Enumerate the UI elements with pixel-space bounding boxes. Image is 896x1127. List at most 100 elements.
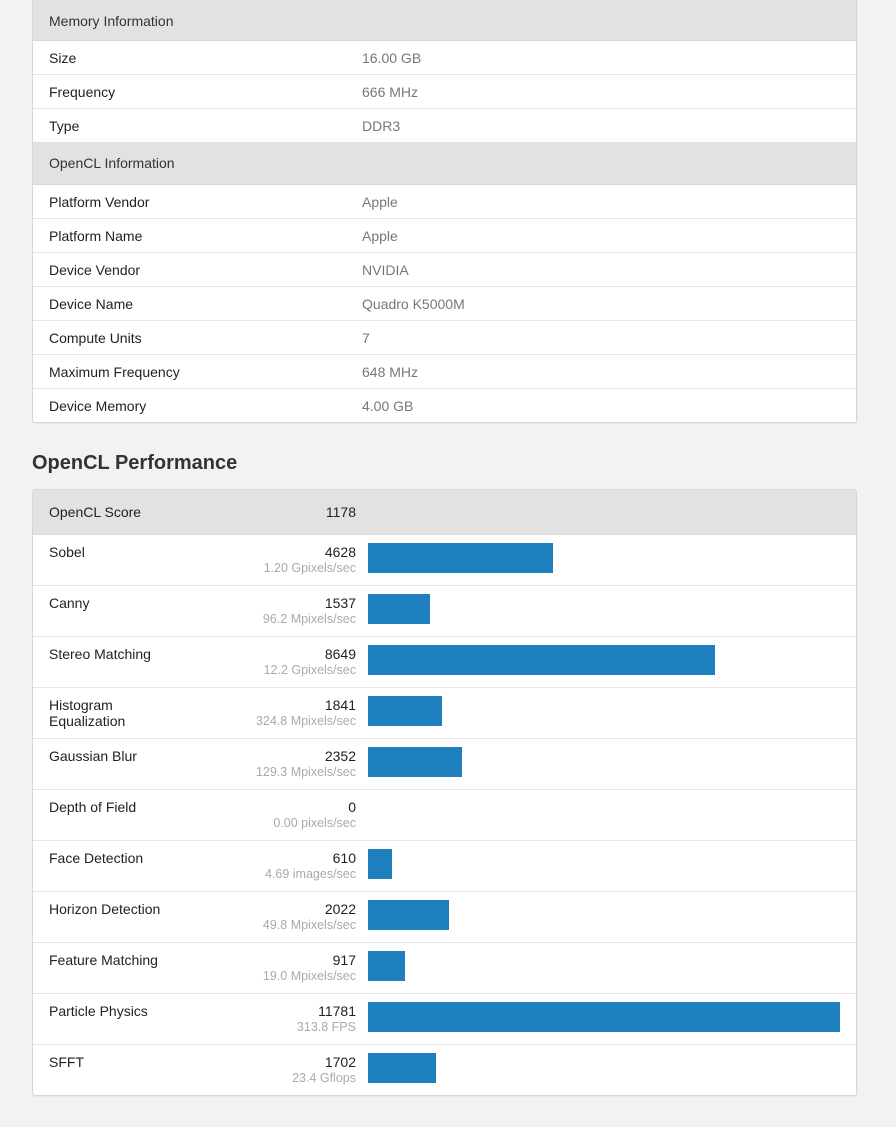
benchmark-name: Depth of Field: [49, 799, 137, 815]
benchmark-name: Stereo Matching: [49, 646, 151, 662]
info-value: 666 MHz: [362, 83, 419, 100]
info-value: 16.00 GB: [362, 49, 422, 66]
benchmark-score: 11781: [318, 1003, 356, 1019]
info-key: Compute Units: [49, 329, 142, 346]
benchmark-name: Horizon Detection: [49, 901, 161, 917]
benchmark-bar-track: [368, 645, 840, 675]
benchmark-name: Feature Matching: [49, 952, 158, 968]
benchmark-row-depth-of-field: Depth of Field 0 0.00 pixels/sec: [33, 790, 856, 841]
opencl-score-header: OpenCL Score 1178: [33, 490, 856, 535]
benchmark-rate: 19.0 Mpixels/sec: [262, 969, 356, 983]
benchmark-name: Face Detection: [49, 850, 144, 866]
info-row-platform-vendor: Platform Vendor Apple: [33, 185, 856, 219]
benchmark-bar-track: [368, 1002, 840, 1032]
benchmark-score: 1702: [324, 1054, 356, 1070]
info-key: Device Vendor: [49, 261, 141, 278]
benchmark-bar: [368, 900, 449, 930]
benchmark-score: 610: [332, 850, 356, 866]
benchmark-score: 1537: [324, 595, 356, 611]
benchmark-rate: 1.20 Gpixels/sec: [263, 561, 356, 575]
benchmark-score: 917: [332, 952, 356, 968]
benchmark-bar-track: [368, 747, 840, 777]
info-value: NVIDIA: [362, 261, 409, 278]
benchmark-rate: 129.3 Mpixels/sec: [255, 765, 356, 779]
info-key: Size: [49, 49, 77, 66]
benchmark-row-sfft: SFFT 1702 23.4 Gflops: [33, 1045, 856, 1095]
info-key: Platform Name: [49, 227, 143, 244]
benchmark-bar: [368, 747, 462, 777]
info-value: Quadro K5000M: [362, 295, 465, 312]
info-row-type: Type DDR3: [33, 109, 856, 142]
benchmark-rate: 96.2 Mpixels/sec: [262, 612, 356, 626]
benchmark-row-horizon-detection: Horizon Detection 2022 49.8 Mpixels/sec: [33, 892, 856, 943]
info-key: Device Name: [49, 295, 134, 312]
benchmark-score: 2022: [324, 901, 356, 917]
benchmark-bar-track: [368, 900, 840, 930]
benchmark-bar-track: [368, 543, 840, 573]
benchmark-score: 1841: [324, 697, 356, 713]
benchmark-bar-track: [368, 798, 840, 828]
benchmark-row-face-detection: Face Detection 610 4.69 images/sec: [33, 841, 856, 892]
benchmark-bar-track: [368, 594, 840, 624]
info-row-compute-units: Compute Units 7: [33, 321, 856, 355]
benchmark-bar: [368, 1002, 840, 1032]
benchmark-name: Canny: [49, 595, 90, 611]
memory-section-header: Memory Information: [33, 0, 856, 41]
info-value: 4.00 GB: [362, 397, 414, 414]
info-value: Apple: [362, 193, 398, 210]
benchmark-name: Gaussian Blur: [49, 748, 137, 764]
info-key: Maximum Frequency: [49, 363, 180, 380]
info-key: Frequency: [49, 83, 116, 100]
benchmark-bar: [368, 1053, 436, 1083]
info-value: 648 MHz: [362, 363, 419, 380]
opencl-info-section-header: OpenCL Information: [33, 142, 856, 185]
benchmark-bar: [368, 849, 392, 879]
benchmark-bar: [368, 951, 405, 981]
info-key: Device Memory: [49, 397, 147, 414]
info-row-device-memory: Device Memory 4.00 GB: [33, 389, 856, 422]
benchmark-rate: 49.8 Mpixels/sec: [262, 918, 356, 932]
benchmark-list: Sobel 4628 1.20 Gpixels/sec Canny 1537 96.2 M…: [33, 535, 856, 1095]
benchmark-rate: 313.8 FPS: [296, 1020, 356, 1034]
benchmark-bar: [368, 696, 442, 726]
benchmark-bar-track: [368, 696, 840, 726]
benchmark-row-sobel: Sobel 4628 1.20 Gpixels/sec: [33, 535, 856, 586]
benchmark-row-feature-matching: Feature Matching 917 19.0 Mpixels/sec: [33, 943, 856, 994]
benchmark-rate: 23.4 Gflops: [292, 1071, 356, 1085]
benchmark-row-histogram-equalization: Histogram Equalization 1841 324.8 Mpixels/…: [33, 688, 856, 739]
benchmark-rate: 0.00 pixels/sec: [273, 816, 356, 830]
benchmark-rate: 4.69 images/sec: [264, 867, 356, 881]
benchmark-score: 0: [348, 799, 356, 815]
benchmark-name: SFFT: [49, 1054, 84, 1070]
benchmark-row-gaussian-blur: Gaussian Blur 2352 129.3 Mpixels/sec: [33, 739, 856, 790]
info-row-size: Size 16.00 GB: [33, 41, 856, 75]
benchmark-score: 4628: [324, 544, 356, 560]
benchmark-name: Particle Physics: [49, 1003, 148, 1019]
benchmark-bar-track: [368, 1053, 840, 1083]
benchmark-bar-track: [368, 849, 840, 879]
info-value: DDR3: [362, 117, 401, 134]
benchmark-row-canny: Canny 1537 96.2 Mpixels/sec: [33, 586, 856, 637]
info-key: Platform Vendor: [49, 193, 150, 210]
performance-title: OpenCL Performance: [32, 452, 238, 474]
info-value: Apple: [362, 227, 398, 244]
opencl-score-value: 1178: [325, 504, 356, 520]
system-info-panel: Memory Information Size 16.00 GB Frequency…: [32, 0, 857, 423]
info-row-device-name: Device Name Quadro K5000M: [33, 287, 856, 321]
info-row-frequency: Frequency 666 MHz: [33, 75, 856, 109]
benchmark-row-stereo-matching: Stereo Matching 8649 12.2 Gpixels/sec: [33, 637, 856, 688]
benchmark-rate: 12.2 Gpixels/sec: [263, 663, 356, 677]
opencl-info-rows: Platform Vendor Apple Platform Name Apple De…: [33, 185, 856, 422]
opencl-score-label: OpenCL Score: [49, 504, 142, 520]
benchmark-rate: 324.8 Mpixels/sec: [255, 714, 356, 728]
benchmark-bar: [368, 645, 715, 675]
info-value: 7: [362, 329, 370, 346]
info-row-maximum-frequency: Maximum Frequency 648 MHz: [33, 355, 856, 389]
benchmark-score: 2352: [324, 748, 356, 764]
info-key: Type: [49, 117, 80, 134]
benchmark-bar-track: [368, 951, 840, 981]
benchmark-row-particle-physics: Particle Physics 11781 313.8 FPS: [33, 994, 856, 1045]
benchmark-score: 8649: [324, 646, 356, 662]
benchmark-name: Sobel: [49, 544, 85, 560]
performance-panel: OpenCL Score 1178 Sobel 4628 1.20 Gpixels/…: [32, 489, 857, 1096]
